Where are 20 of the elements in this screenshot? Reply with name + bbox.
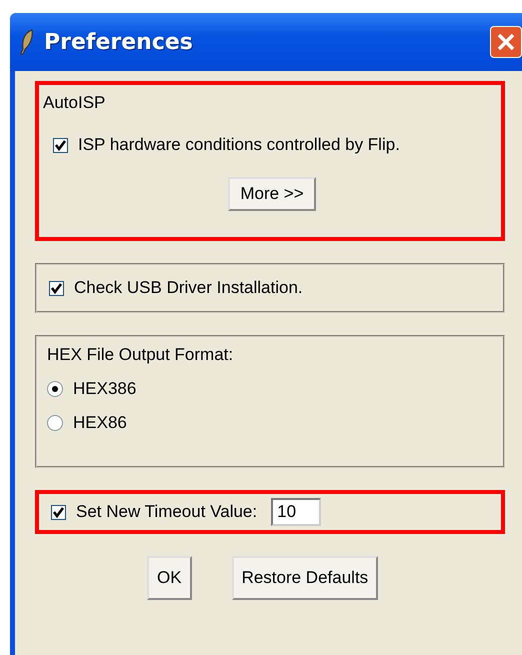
feather-icon — [20, 29, 34, 55]
group-title: HEX File Output Format: — [47, 345, 234, 365]
radio-label: HEX86 — [73, 413, 127, 433]
close-icon — [495, 31, 517, 53]
checkbox[interactable] — [49, 280, 64, 296]
radio-label: HEX386 — [73, 379, 136, 399]
close-button[interactable] — [490, 26, 522, 58]
checkbox-label: Check USB Driver Installation. — [74, 278, 303, 298]
restore-defaults-button[interactable]: Restore Defaults — [232, 556, 378, 600]
more-button[interactable]: More >> — [228, 177, 316, 211]
timeout-field[interactable]: 10 — [271, 498, 322, 526]
ok-button[interactable]: OK — [147, 556, 192, 600]
group-title: AutoISP — [43, 93, 106, 113]
radio-button[interactable] — [47, 415, 63, 431]
radio-button[interactable] — [47, 381, 63, 397]
checkbox-label: ISP hardware conditions controlled by Flip. — [78, 135, 400, 155]
checkbox[interactable] — [53, 138, 68, 152]
window-title: Preferences — [44, 30, 193, 54]
checkbox-label: Set New Timeout Value: — [76, 502, 258, 522]
checkbox[interactable] — [51, 504, 66, 520]
